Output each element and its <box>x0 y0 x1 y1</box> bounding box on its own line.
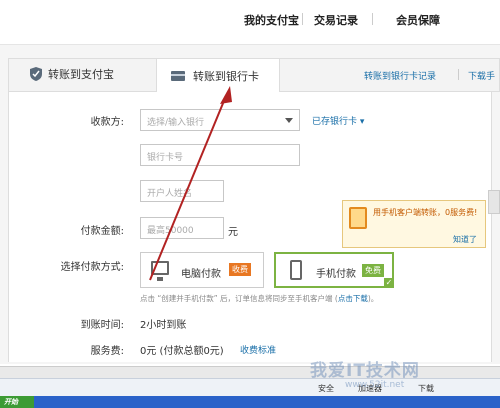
arrow-shaft <box>149 95 227 281</box>
safety-indicator[interactable]: 安全 <box>318 383 334 394</box>
start-button[interactable]: 开始 <box>0 396 34 408</box>
watermark-url: www.52it.net <box>345 380 405 390</box>
windows-taskbar: 开始 <box>0 396 500 408</box>
watermark: 我爱IT技术网 <box>310 361 420 381</box>
download-button[interactable]: 下载 <box>418 383 434 394</box>
horizontal-scrollbar[interactable] <box>0 366 500 378</box>
annotation-arrow <box>149 86 232 281</box>
browser-status-bar: 安全 加速器 下载 <box>0 378 500 396</box>
arrow-head <box>220 86 232 104</box>
